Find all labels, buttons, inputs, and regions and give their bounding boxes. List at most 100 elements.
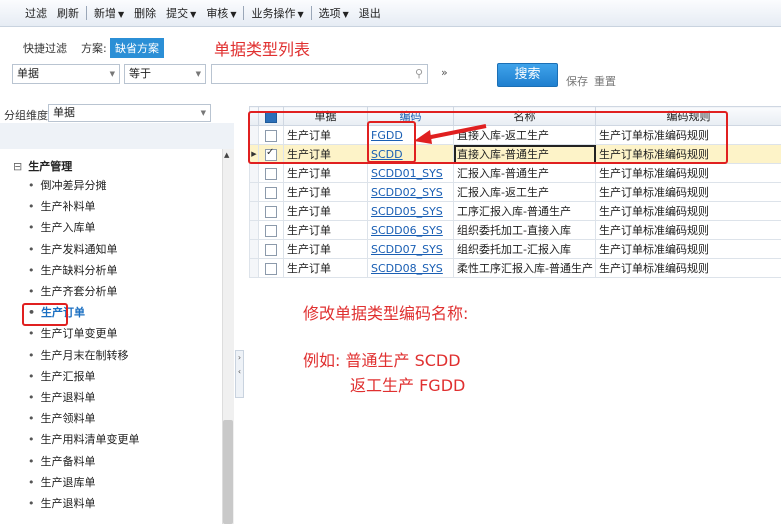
search-icon[interactable]: ⚲ (415, 65, 423, 83)
cell-rule[interactable]: 生产订单标准编码规则 (595, 163, 781, 183)
row-checkbox[interactable] (265, 243, 277, 256)
row-indicator[interactable] (249, 258, 259, 278)
cell-rule[interactable]: 生产订单标准编码规则 (595, 239, 781, 259)
table-row[interactable]: 生产订单 SCDD01_SYS 汇报入库-普通生产 生产订单标准编码规则 (249, 163, 781, 183)
tree-item[interactable]: • 生产入库单 (28, 218, 96, 238)
collapse-icon[interactable]: ⊟ (13, 160, 22, 173)
annotation-arrow-icon (414, 124, 487, 144)
tree-item[interactable]: • 生产备料单 (28, 452, 96, 472)
cell-code-link[interactable]: SCDD02_SYS (367, 182, 454, 202)
cell-doc[interactable]: 生产订单 (283, 163, 368, 183)
delete-button[interactable]: 删除 (129, 5, 161, 21)
filter-button[interactable]: 过滤 (20, 5, 52, 21)
table-row[interactable]: 生产订单 SCDD08_SYS 柔性工序汇报入库-普通生产 生产订单标准编码规则 (249, 258, 781, 278)
row-indicator[interactable] (249, 163, 259, 183)
quick-filter-label: 快捷过滤 (23, 42, 67, 55)
cell-code-link[interactable]: SCDD05_SYS (367, 201, 454, 221)
table-row[interactable]: 生产订单 SCDD05_SYS 工序汇报入库-普通生产 生产订单标准编码规则 (249, 201, 781, 221)
expand-icon[interactable]: » (441, 66, 448, 79)
row-checkbox-cell[interactable] (258, 239, 284, 259)
cell-doc[interactable]: 生产订单 (283, 258, 368, 278)
row-indicator[interactable] (249, 182, 259, 202)
filter-value-input[interactable]: ⚲ (211, 64, 428, 84)
row-checkbox-cell[interactable] (258, 163, 284, 183)
tree-item[interactable]: • 生产领料单 (28, 409, 96, 429)
document-tree: ⊟ 生产管理 • 倒冲差异分摊 • 生产补料单 • 生产入库单 • 生产发料通知单 • 生产缺料分析… (0, 149, 222, 524)
cell-rule[interactable]: 生产订单标准编码规则 (595, 220, 781, 240)
tree-scroll-thumb[interactable] (223, 420, 233, 524)
filter-operator-select[interactable]: 等于 ▼ (124, 64, 206, 84)
group-dimension-select[interactable]: 单据 ▼ (48, 104, 211, 122)
tree-item[interactable]: • 生产补料单 (28, 197, 96, 217)
cell-code-link[interactable]: SCDD01_SYS (367, 163, 454, 183)
chevron-right-icon[interactable]: › (236, 351, 243, 365)
tree-item[interactable]: • 生产退料单 (28, 388, 96, 408)
tree-item[interactable]: • 生产汇报单 (28, 367, 96, 387)
panel-splitter[interactable]: › ‹ (235, 350, 244, 398)
cell-doc[interactable]: 生产订单 (283, 239, 368, 259)
cell-name[interactable]: 组织委托加工-直接入库 (453, 220, 596, 240)
row-checkbox[interactable] (265, 205, 277, 218)
cell-name[interactable]: 汇报入库-返工生产 (453, 182, 596, 202)
reset-link[interactable]: 重置 (594, 73, 616, 89)
scroll-up-icon[interactable]: ▲ (224, 151, 229, 159)
cell-doc[interactable]: 生产订单 (283, 220, 368, 240)
tree-item[interactable]: • 生产月末在制转移 (28, 346, 129, 366)
search-button[interactable]: 搜索 (497, 63, 558, 87)
new-button[interactable]: 新增 ▼ (89, 5, 129, 21)
cell-code-link[interactable]: SCDD06_SYS (367, 220, 454, 240)
table-row[interactable]: 生产订单 SCDD02_SYS 汇报入库-返工生产 生产订单标准编码规则 (249, 182, 781, 202)
row-indicator[interactable] (249, 220, 259, 240)
business-ops-button[interactable]: 业务操作 ▼ (246, 5, 308, 21)
row-checkbox[interactable] (265, 262, 277, 275)
row-checkbox-cell[interactable] (258, 201, 284, 221)
row-checkbox-cell[interactable] (258, 258, 284, 278)
tree-item[interactable]: • 生产订单变更单 (28, 324, 118, 344)
cell-rule[interactable]: 生产订单标准编码规则 (595, 182, 781, 202)
cell-doc[interactable]: 生产订单 (283, 182, 368, 202)
tree-item[interactable]: • 生产发料通知单 (28, 240, 118, 260)
row-checkbox-cell[interactable] (258, 220, 284, 240)
row-checkbox-cell[interactable] (258, 182, 284, 202)
cell-rule[interactable]: 生产订单标准编码规则 (595, 258, 781, 278)
chevron-down-icon: ▼ (342, 10, 349, 19)
tree-item[interactable]: • 生产齐套分析单 (28, 282, 118, 302)
submit-button[interactable]: 提交 ▼ (161, 5, 201, 21)
row-checkbox[interactable] (265, 186, 277, 199)
cell-code-link[interactable]: SCDD08_SYS (367, 258, 454, 278)
cell-code-link[interactable]: SCDD07_SYS (367, 239, 454, 259)
audit-button[interactable]: 审核 ▼ (201, 5, 241, 21)
table-row[interactable]: 生产订单 SCDD06_SYS 组织委托加工-直接入库 生产订单标准编码规则 (249, 220, 781, 240)
toolbar: 过滤 刷新 新增 ▼ 删除 提交 ▼ 审核 ▼ 业务操作 ▼ 选项 ▼ 退出 (0, 0, 781, 27)
table-row[interactable]: 生产订单 SCDD07_SYS 组织委托加工-汇报入库 生产订单标准编码规则 (249, 239, 781, 259)
tree-item[interactable]: • 倒冲差异分摊 (28, 176, 107, 196)
row-checkbox[interactable] (265, 224, 277, 237)
audit-label: 审核 (206, 7, 229, 20)
save-link[interactable]: 保存 (566, 73, 588, 89)
tree-item[interactable]: • 生产用料清单变更单 (28, 430, 140, 450)
bullet-icon: • (28, 412, 35, 426)
bullet-icon: • (28, 263, 35, 277)
exit-button[interactable]: 退出 (354, 5, 386, 21)
cell-name[interactable]: 工序汇报入库-普通生产 (453, 201, 596, 221)
options-button[interactable]: 选项 ▼ (314, 5, 354, 21)
cell-name[interactable]: 汇报入库-普通生产 (453, 163, 596, 183)
group-dimension-label: 分组维度 (4, 109, 48, 122)
cell-name[interactable]: 柔性工序汇报入库-普通生产 (453, 258, 596, 278)
tree-item-label: 生产领料单 (40, 412, 96, 426)
row-indicator[interactable] (249, 201, 259, 221)
cell-name[interactable]: 组织委托加工-汇报入库 (453, 239, 596, 259)
tree-item[interactable]: • 生产缺料分析单 (28, 261, 118, 281)
refresh-button[interactable]: 刷新 (52, 5, 84, 21)
row-indicator[interactable] (249, 239, 259, 259)
default-scheme-tab[interactable]: 缺省方案 (110, 38, 164, 58)
filter-field-select[interactable]: 单据 ▼ (12, 64, 120, 84)
cell-rule[interactable]: 生产订单标准编码规则 (595, 201, 781, 221)
tree-item[interactable]: • 生产退料单 (28, 494, 96, 514)
row-checkbox[interactable] (265, 167, 277, 180)
chevron-left-icon[interactable]: ‹ (236, 365, 243, 379)
tree-root-production[interactable]: ⊟ 生产管理 (13, 158, 72, 174)
toolbar-divider (243, 6, 245, 20)
tree-item[interactable]: • 生产退库单 (28, 473, 96, 493)
cell-doc[interactable]: 生产订单 (283, 201, 368, 221)
